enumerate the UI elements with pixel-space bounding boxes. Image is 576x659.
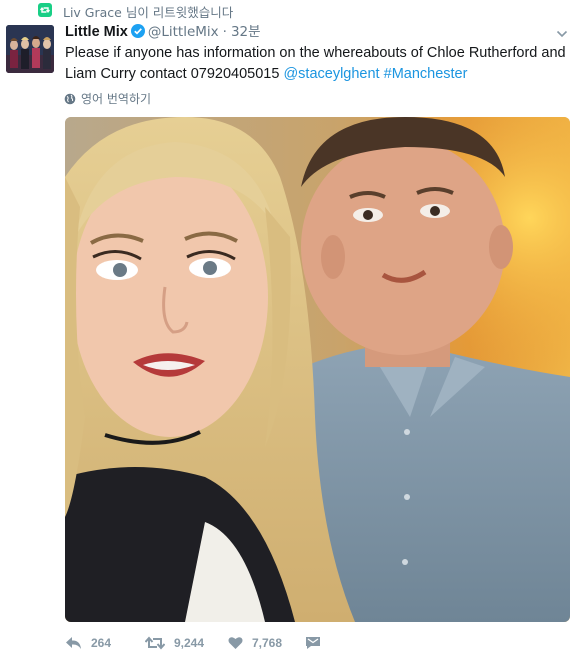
- translate-tweet-button[interactable]: 영어 번역하기: [64, 90, 151, 106]
- author-handle[interactable]: @LittleMix: [148, 24, 219, 40]
- tweet-header: Little Mix @LittleMix · 32분: [65, 22, 261, 42]
- like-count: 7,768: [252, 636, 283, 650]
- translate-label: 영어 번역하기: [81, 92, 152, 106]
- tweet-timestamp[interactable]: 32분: [231, 24, 261, 40]
- reply-count: 264: [91, 636, 112, 650]
- separator-dot: ·: [222, 24, 227, 40]
- author-name[interactable]: Little Mix: [65, 24, 128, 40]
- avatar[interactable]: [6, 25, 54, 73]
- reply-icon: [66, 637, 81, 649]
- retweet-context: Liv Grace 님이 리트윗했습니다: [0, 0, 576, 24]
- tweet-text: Please if anyone has information on the …: [65, 43, 570, 85]
- retweet-icon: [38, 3, 52, 17]
- direct-message-button[interactable]: [305, 632, 330, 654]
- caret-down-icon[interactable]: [556, 26, 568, 38]
- verified-icon: [130, 24, 145, 38]
- message-icon: [306, 637, 320, 649]
- retweet-count: 9,244: [174, 636, 205, 650]
- retweet-icon: [145, 636, 165, 650]
- tweet-actions: 264 9,244 7,768: [65, 632, 570, 654]
- mention-link[interactable]: @staceylghent: [283, 66, 379, 82]
- retweet-button[interactable]: 9,244: [145, 632, 204, 654]
- like-icon: [228, 637, 243, 649]
- tweet-photo[interactable]: [65, 117, 570, 622]
- globe-icon: [64, 93, 76, 105]
- retweeted-by-text[interactable]: Liv Grace 님이 리트윗했습니다: [63, 2, 233, 21]
- reply-button[interactable]: 264: [65, 632, 111, 654]
- like-button[interactable]: 7,768: [228, 632, 282, 654]
- hashtag-link[interactable]: #Manchester: [384, 66, 468, 82]
